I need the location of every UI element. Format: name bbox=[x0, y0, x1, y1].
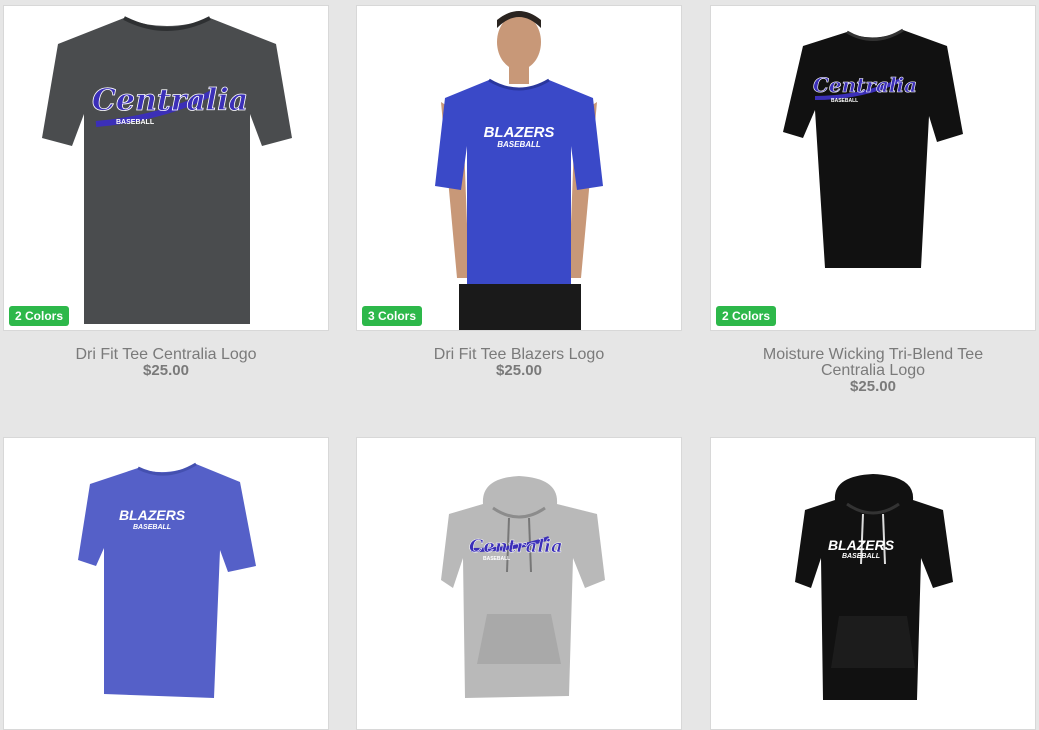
colors-badge[interactable]: 2 Colors bbox=[9, 306, 70, 326]
product-card-4[interactable]: BLAZERS BASEBALL bbox=[3, 437, 329, 730]
svg-text:BASEBALL: BASEBALL bbox=[116, 119, 155, 126]
product-card-dri-fit-blazers[interactable]: BLAZERS BASEBALL 3 Colors bbox=[356, 5, 682, 331]
model-tshirt-image: BLAZERS BASEBALL bbox=[435, 11, 603, 330]
colors-badge[interactable]: 3 Colors bbox=[362, 306, 423, 326]
svg-text:BASEBALL: BASEBALL bbox=[483, 556, 510, 562]
product-name[interactable]: Dri Fit Tee Blazers Logo bbox=[356, 347, 682, 363]
product-name-line1[interactable]: Moisture Wicking Tri-Blend Tee bbox=[710, 347, 1036, 363]
product-info: Moisture Wicking Tri-Blend Tee Centralia… bbox=[710, 347, 1036, 395]
svg-text:BASEBALL: BASEBALL bbox=[831, 98, 858, 104]
shirt-print-text: BLAZERS bbox=[119, 507, 186, 523]
shirt-print-text: Centralia bbox=[469, 536, 563, 557]
product-info: Dri Fit Tee Blazers Logo $25.00 bbox=[356, 347, 682, 379]
product-card-dri-fit-centralia[interactable]: Centralia BASEBALL 2 Colors bbox=[3, 5, 329, 331]
tshirt-image: BLAZERS BASEBALL bbox=[78, 462, 256, 698]
product-price: $25.00 bbox=[496, 362, 542, 379]
shirt-print-text: Centralia bbox=[813, 73, 917, 97]
hoodie-image: Centralia BASEBALL bbox=[441, 476, 605, 698]
product-price: $25.00 bbox=[850, 378, 896, 395]
hoodie-image: BLAZERS BASEBALL bbox=[795, 474, 953, 700]
product-card-5[interactable]: Centralia BASEBALL bbox=[356, 437, 682, 730]
product-name[interactable]: Dri Fit Tee Centralia Logo bbox=[3, 347, 329, 363]
svg-text:BASEBALL: BASEBALL bbox=[842, 553, 880, 560]
shirt-print-text: BLAZERS bbox=[484, 124, 555, 141]
colors-badge[interactable]: 2 Colors bbox=[716, 306, 777, 326]
shirt-print-text: BLAZERS bbox=[828, 537, 895, 553]
product-card-tri-blend-centralia[interactable]: Centralia BASEBALL 2 Colors bbox=[710, 5, 1036, 331]
shirt-print-text: Centralia bbox=[92, 83, 248, 118]
product-name-line2[interactable]: Centralia Logo bbox=[710, 363, 1036, 379]
product-info: Dri Fit Tee Centralia Logo $25.00 bbox=[3, 347, 329, 379]
product-price: $25.00 bbox=[143, 362, 189, 379]
product-card-6[interactable]: BLAZERS BASEBALL bbox=[710, 437, 1036, 730]
tshirt-image: Centralia BASEBALL bbox=[783, 28, 963, 268]
svg-text:BASEBALL: BASEBALL bbox=[133, 524, 171, 531]
svg-text:BASEBALL: BASEBALL bbox=[497, 140, 541, 149]
tshirt-image: Centralia BASEBALL bbox=[42, 16, 292, 324]
